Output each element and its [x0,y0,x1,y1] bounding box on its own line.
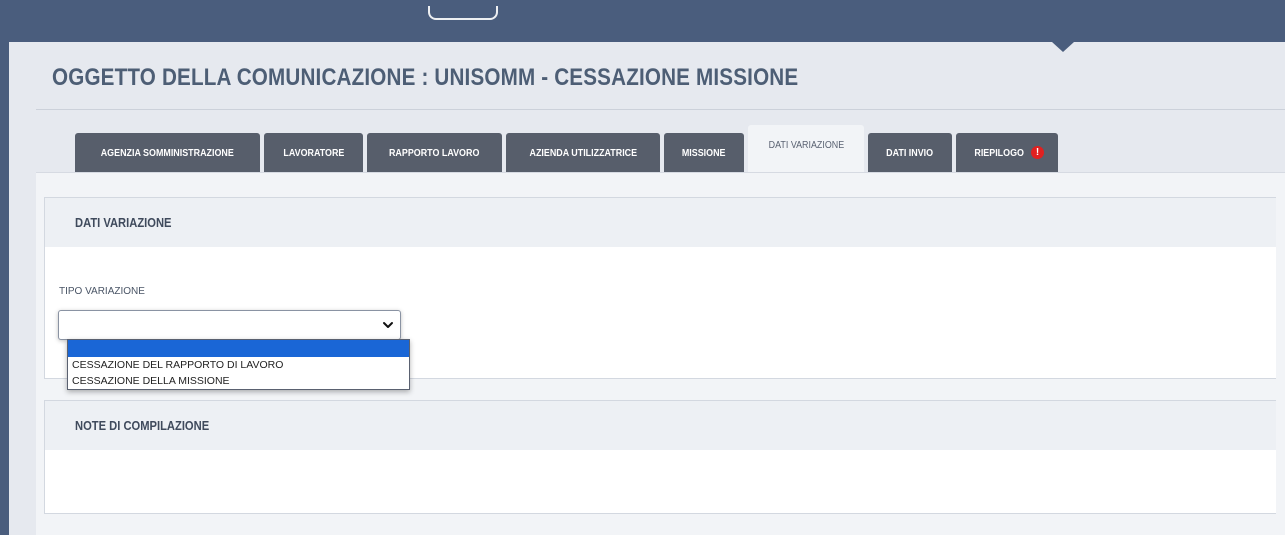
tab-lavoratore[interactable]: LAVORATORE [263,133,364,172]
tipo-variazione-dropdown: CESSAZIONE DEL RAPPORTO DI LAVORO CESSAZ… [67,339,410,390]
left-edge-stripe [0,42,9,535]
top-bar [0,0,1285,42]
tab-dati-invio[interactable]: DATI INVIO [868,133,952,172]
tab-azienda-utilizzatrice[interactable]: AZIENDA UTILIZZATRICE [505,133,661,172]
tab-agenzia-somministrazione[interactable]: AGENZIA SOMMINISTRAZIONE [75,133,260,172]
tab-riepilogo[interactable]: RIEPILOGO! [955,133,1059,172]
dropdown-option-cessazione-rapporto[interactable]: CESSAZIONE DEL RAPPORTO DI LAVORO [68,357,409,373]
tab-rapporto-lavoro[interactable]: RAPPORTO LAVORO [367,133,502,172]
page-title: OGGETTO DELLA COMUNICAZIONE : UNISOMM - … [52,64,799,91]
tipo-variazione-select[interactable] [58,310,401,340]
exclamation-icon: ! [1031,146,1045,159]
title-divider [36,109,1285,110]
dropdown-option-cessazione-missione[interactable]: CESSAZIONE DELLA MISSIONE [68,373,409,389]
topbar-notch-indicator [1052,42,1074,52]
dropdown-option-empty[interactable] [68,340,409,357]
section-header: DATI VARIAZIONE [45,198,1276,247]
section-note-compilazione: NOTE DI COMPILAZIONE [44,400,1276,514]
tab-missione[interactable]: MISSIONE [664,133,744,172]
section-header: NOTE DI COMPILAZIONE [45,401,1276,450]
tipo-variazione-label: TIPO VARIAZIONE [59,286,145,297]
chevron-down-icon [383,322,393,328]
tab-bar: AGENZIA SOMMINISTRAZIONE LAVORATORE RAPP… [75,125,1059,172]
tab-dati-variazione[interactable]: DATI VARIAZIONE [747,125,865,172]
collapse-handle[interactable] [428,6,498,20]
